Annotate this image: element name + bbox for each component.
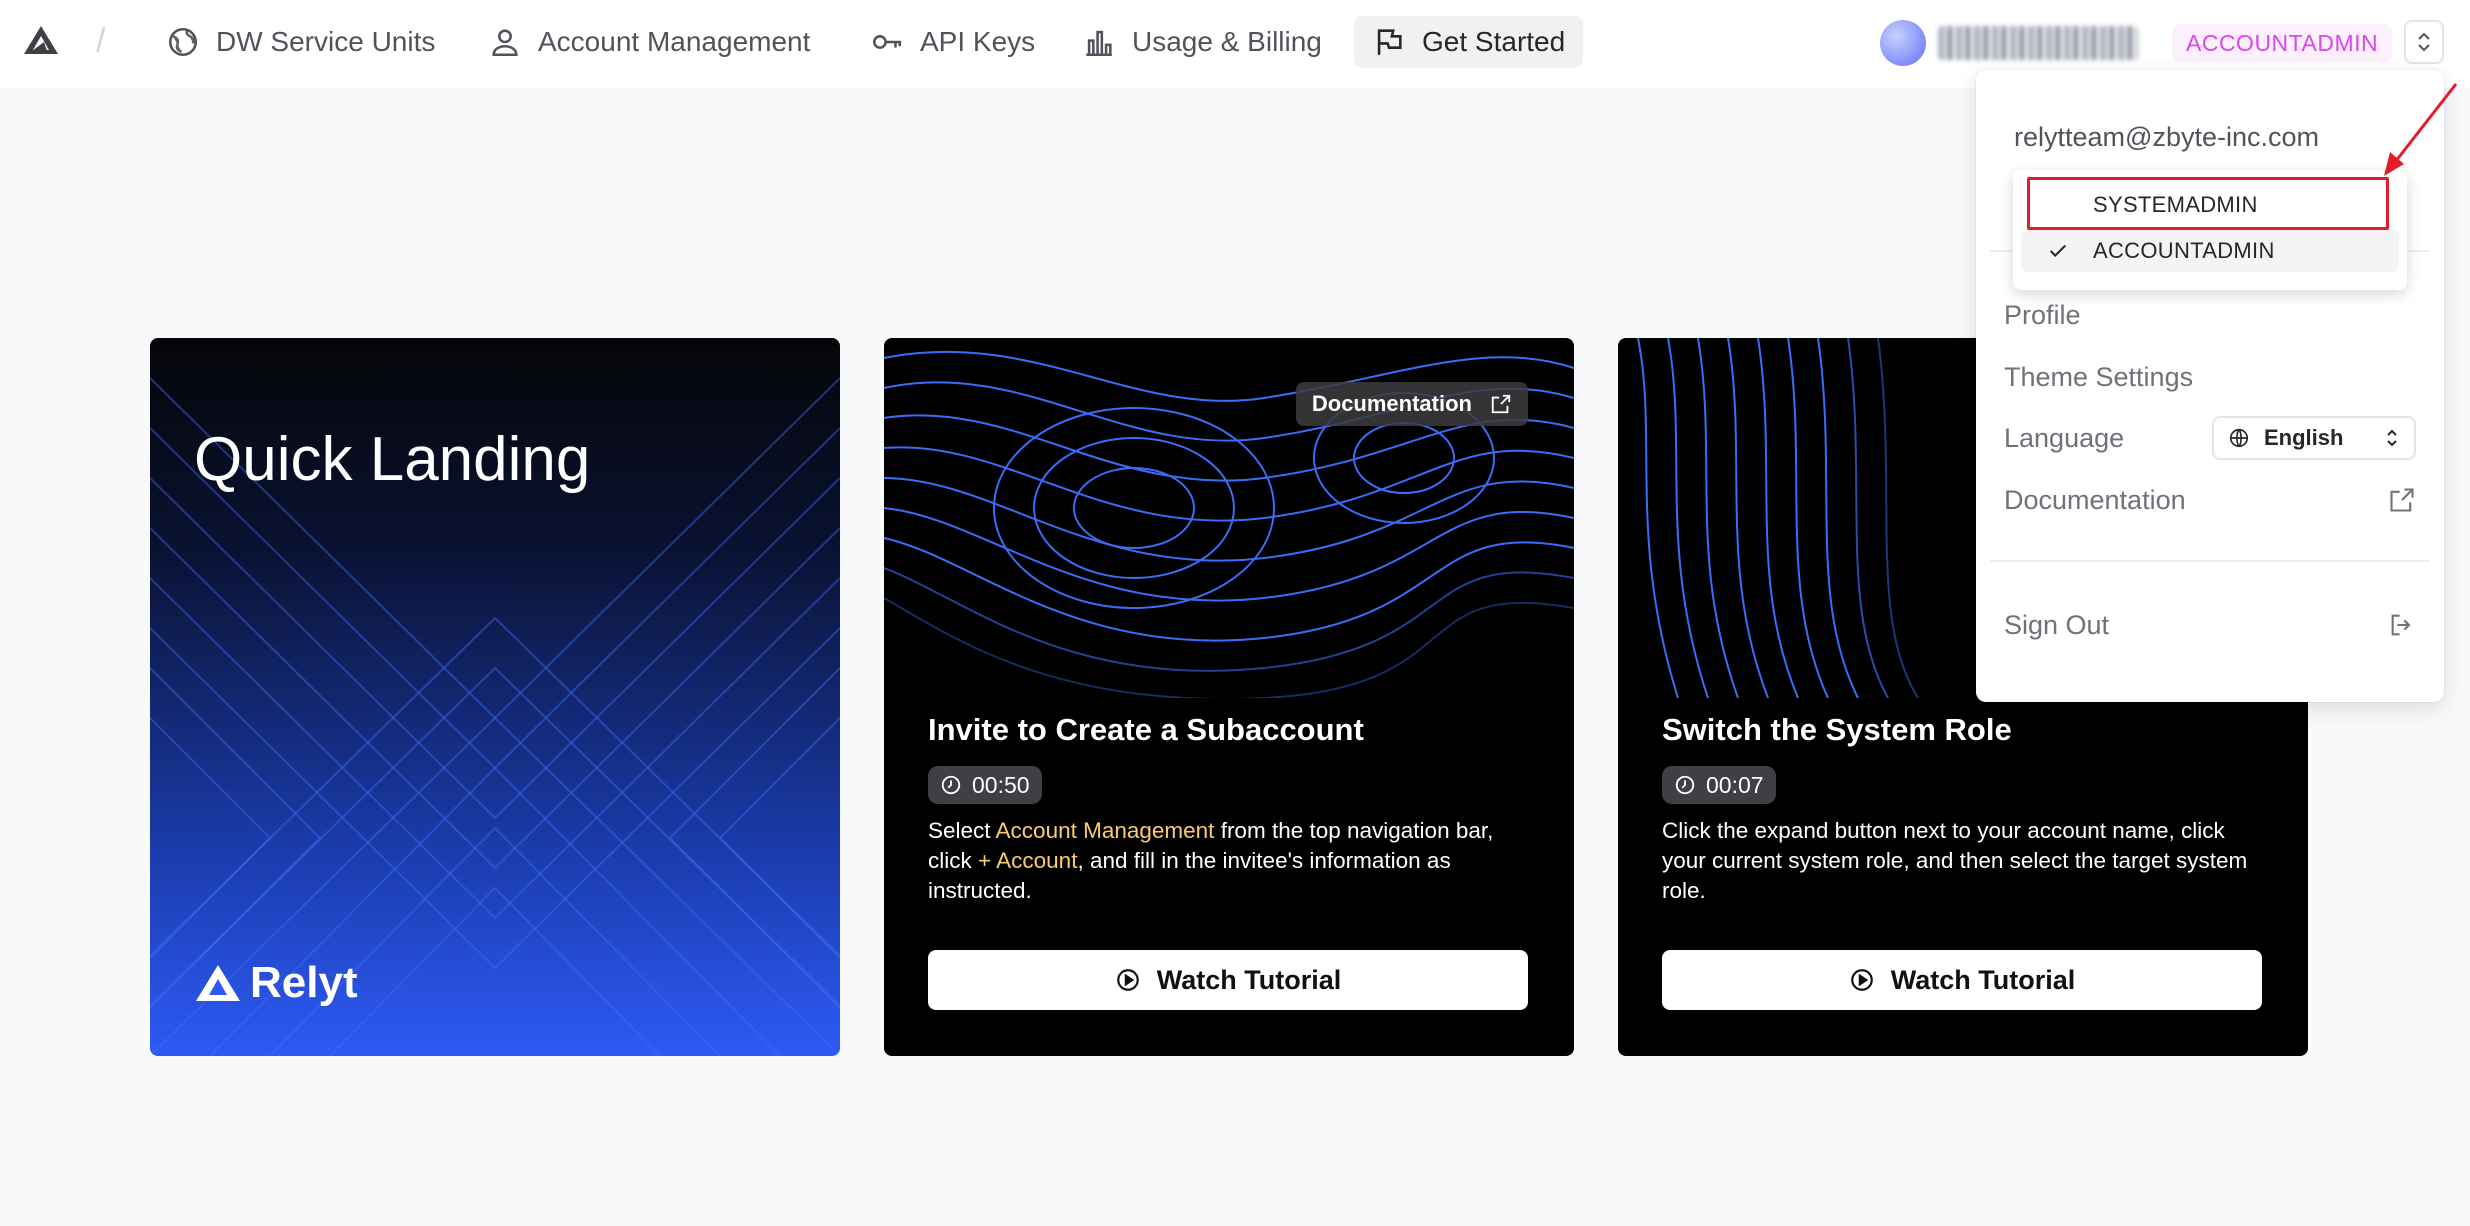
nav-item-get-started[interactable]: Get Started bbox=[1354, 16, 1584, 68]
duration-text: 00:50 bbox=[972, 771, 1030, 798]
highlight-account-management: Account Management bbox=[995, 818, 1215, 843]
switch-card-description: Click the expand button next to your acc… bbox=[1662, 818, 2248, 903]
doc-chip-label: Documentation bbox=[1311, 391, 1472, 416]
highlight-add-account: + Account bbox=[978, 848, 1078, 873]
documentation-link-chip[interactable]: Documentation bbox=[1295, 382, 1528, 426]
duration-badge: 00:50 bbox=[928, 766, 1042, 804]
check-icon bbox=[2049, 244, 2067, 258]
clock-icon bbox=[941, 775, 961, 795]
duration-text: 00:07 bbox=[1706, 771, 1764, 798]
logout-icon bbox=[2391, 614, 2411, 636]
watch-tutorial-button[interactable]: Watch Tutorial bbox=[928, 950, 1528, 1010]
menu-item-label: Documentation bbox=[2004, 484, 2186, 515]
nav-item-account-management[interactable]: Account Management bbox=[470, 16, 828, 68]
menu-item-label: Sign Out bbox=[2004, 609, 2110, 640]
menu-item-label: Language bbox=[2004, 422, 2125, 453]
flag-icon bbox=[1377, 29, 1402, 55]
watch-tutorial-label: Watch Tutorial bbox=[1156, 964, 1342, 995]
watch-tutorial-label: Watch Tutorial bbox=[1890, 964, 2076, 995]
globe-icon bbox=[168, 27, 198, 57]
watch-tutorial-button[interactable]: Watch Tutorial bbox=[1662, 950, 2262, 1010]
role-option-accountadmin[interactable]: ACCOUNTADMIN bbox=[2021, 230, 2399, 272]
clock-icon bbox=[1675, 775, 1695, 795]
quick-landing-card: Quick Landing Relyt bbox=[150, 338, 840, 1056]
account-dropdown-menu: relytteam@zbyte-inc.com Profile Theme Se… bbox=[1976, 70, 2444, 702]
external-link-icon bbox=[1491, 394, 1511, 414]
menu-item-label: Profile bbox=[2004, 299, 2081, 330]
menu-item-language: Language English bbox=[2004, 413, 2416, 463]
key-icon bbox=[872, 35, 902, 49]
switch-card-title: Switch the System Role bbox=[1662, 712, 2012, 747]
role-option-label: ACCOUNTADMIN bbox=[2093, 238, 2275, 263]
invite-card-description: Select Account Management from the top n… bbox=[928, 816, 1538, 906]
nav-label: DW Service Units bbox=[216, 26, 436, 57]
language-value: English bbox=[2264, 425, 2344, 450]
nav-item-dw-service-units[interactable]: DW Service Units bbox=[148, 16, 453, 68]
menu-item-profile[interactable]: Profile bbox=[2004, 290, 2416, 340]
breadcrumb-separator: / bbox=[96, 22, 106, 60]
globe-icon bbox=[2229, 428, 2249, 448]
menu-divider bbox=[1990, 560, 2430, 562]
quick-landing-title: Quick Landing bbox=[194, 425, 591, 494]
menu-item-documentation[interactable]: Documentation bbox=[2004, 475, 2416, 525]
account-expand-button[interactable] bbox=[2404, 20, 2444, 64]
nav-label: Account Management bbox=[538, 26, 811, 57]
nav-item-api-keys[interactable]: API Keys bbox=[852, 16, 1053, 68]
relyt-brand-logo: Relyt bbox=[194, 958, 358, 1008]
menu-item-label: Theme Settings bbox=[2004, 361, 2194, 392]
chevron-up-down-icon bbox=[2418, 32, 2430, 52]
menu-item-theme-settings[interactable]: Theme Settings bbox=[2004, 352, 2416, 402]
current-role-badge[interactable]: ACCOUNTADMIN bbox=[2172, 24, 2393, 62]
bar-chart-icon bbox=[1086, 30, 1112, 57]
duration-badge: 00:07 bbox=[1662, 766, 1776, 804]
relyt-logo-icon[interactable] bbox=[22, 24, 60, 56]
nav-label: Get Started bbox=[1422, 26, 1566, 57]
user-icon bbox=[492, 29, 518, 57]
external-link-icon bbox=[2390, 488, 2414, 512]
nav-label: API Keys bbox=[920, 26, 1036, 57]
annotation-highlight-box bbox=[2027, 177, 2389, 230]
relyt-logo-mark-icon bbox=[196, 965, 240, 1001]
invite-subaccount-card: Documentation Invite to Create a Subacco… bbox=[884, 338, 1574, 1056]
menu-item-sign-out[interactable]: Sign Out bbox=[2004, 600, 2416, 650]
avatar[interactable] bbox=[1880, 20, 1926, 66]
play-circle-icon bbox=[1116, 969, 1139, 991]
language-select[interactable]: English bbox=[2212, 416, 2416, 460]
invite-card-title: Invite to Create a Subaccount bbox=[928, 712, 1364, 747]
account-name-blurred[interactable] bbox=[1938, 26, 2138, 60]
nav-label: Usage & Billing bbox=[1132, 26, 1322, 57]
annotation-arrow-icon bbox=[2384, 83, 2458, 176]
play-circle-icon bbox=[1850, 969, 1873, 991]
nav-item-usage-billing[interactable]: Usage & Billing bbox=[1064, 16, 1340, 68]
chevron-up-down-icon bbox=[2387, 429, 2397, 447]
desc-text: Select bbox=[928, 818, 996, 843]
account-email: relytteam@zbyte-inc.com bbox=[2014, 122, 2319, 152]
brand-name: Relyt bbox=[250, 958, 358, 1007]
